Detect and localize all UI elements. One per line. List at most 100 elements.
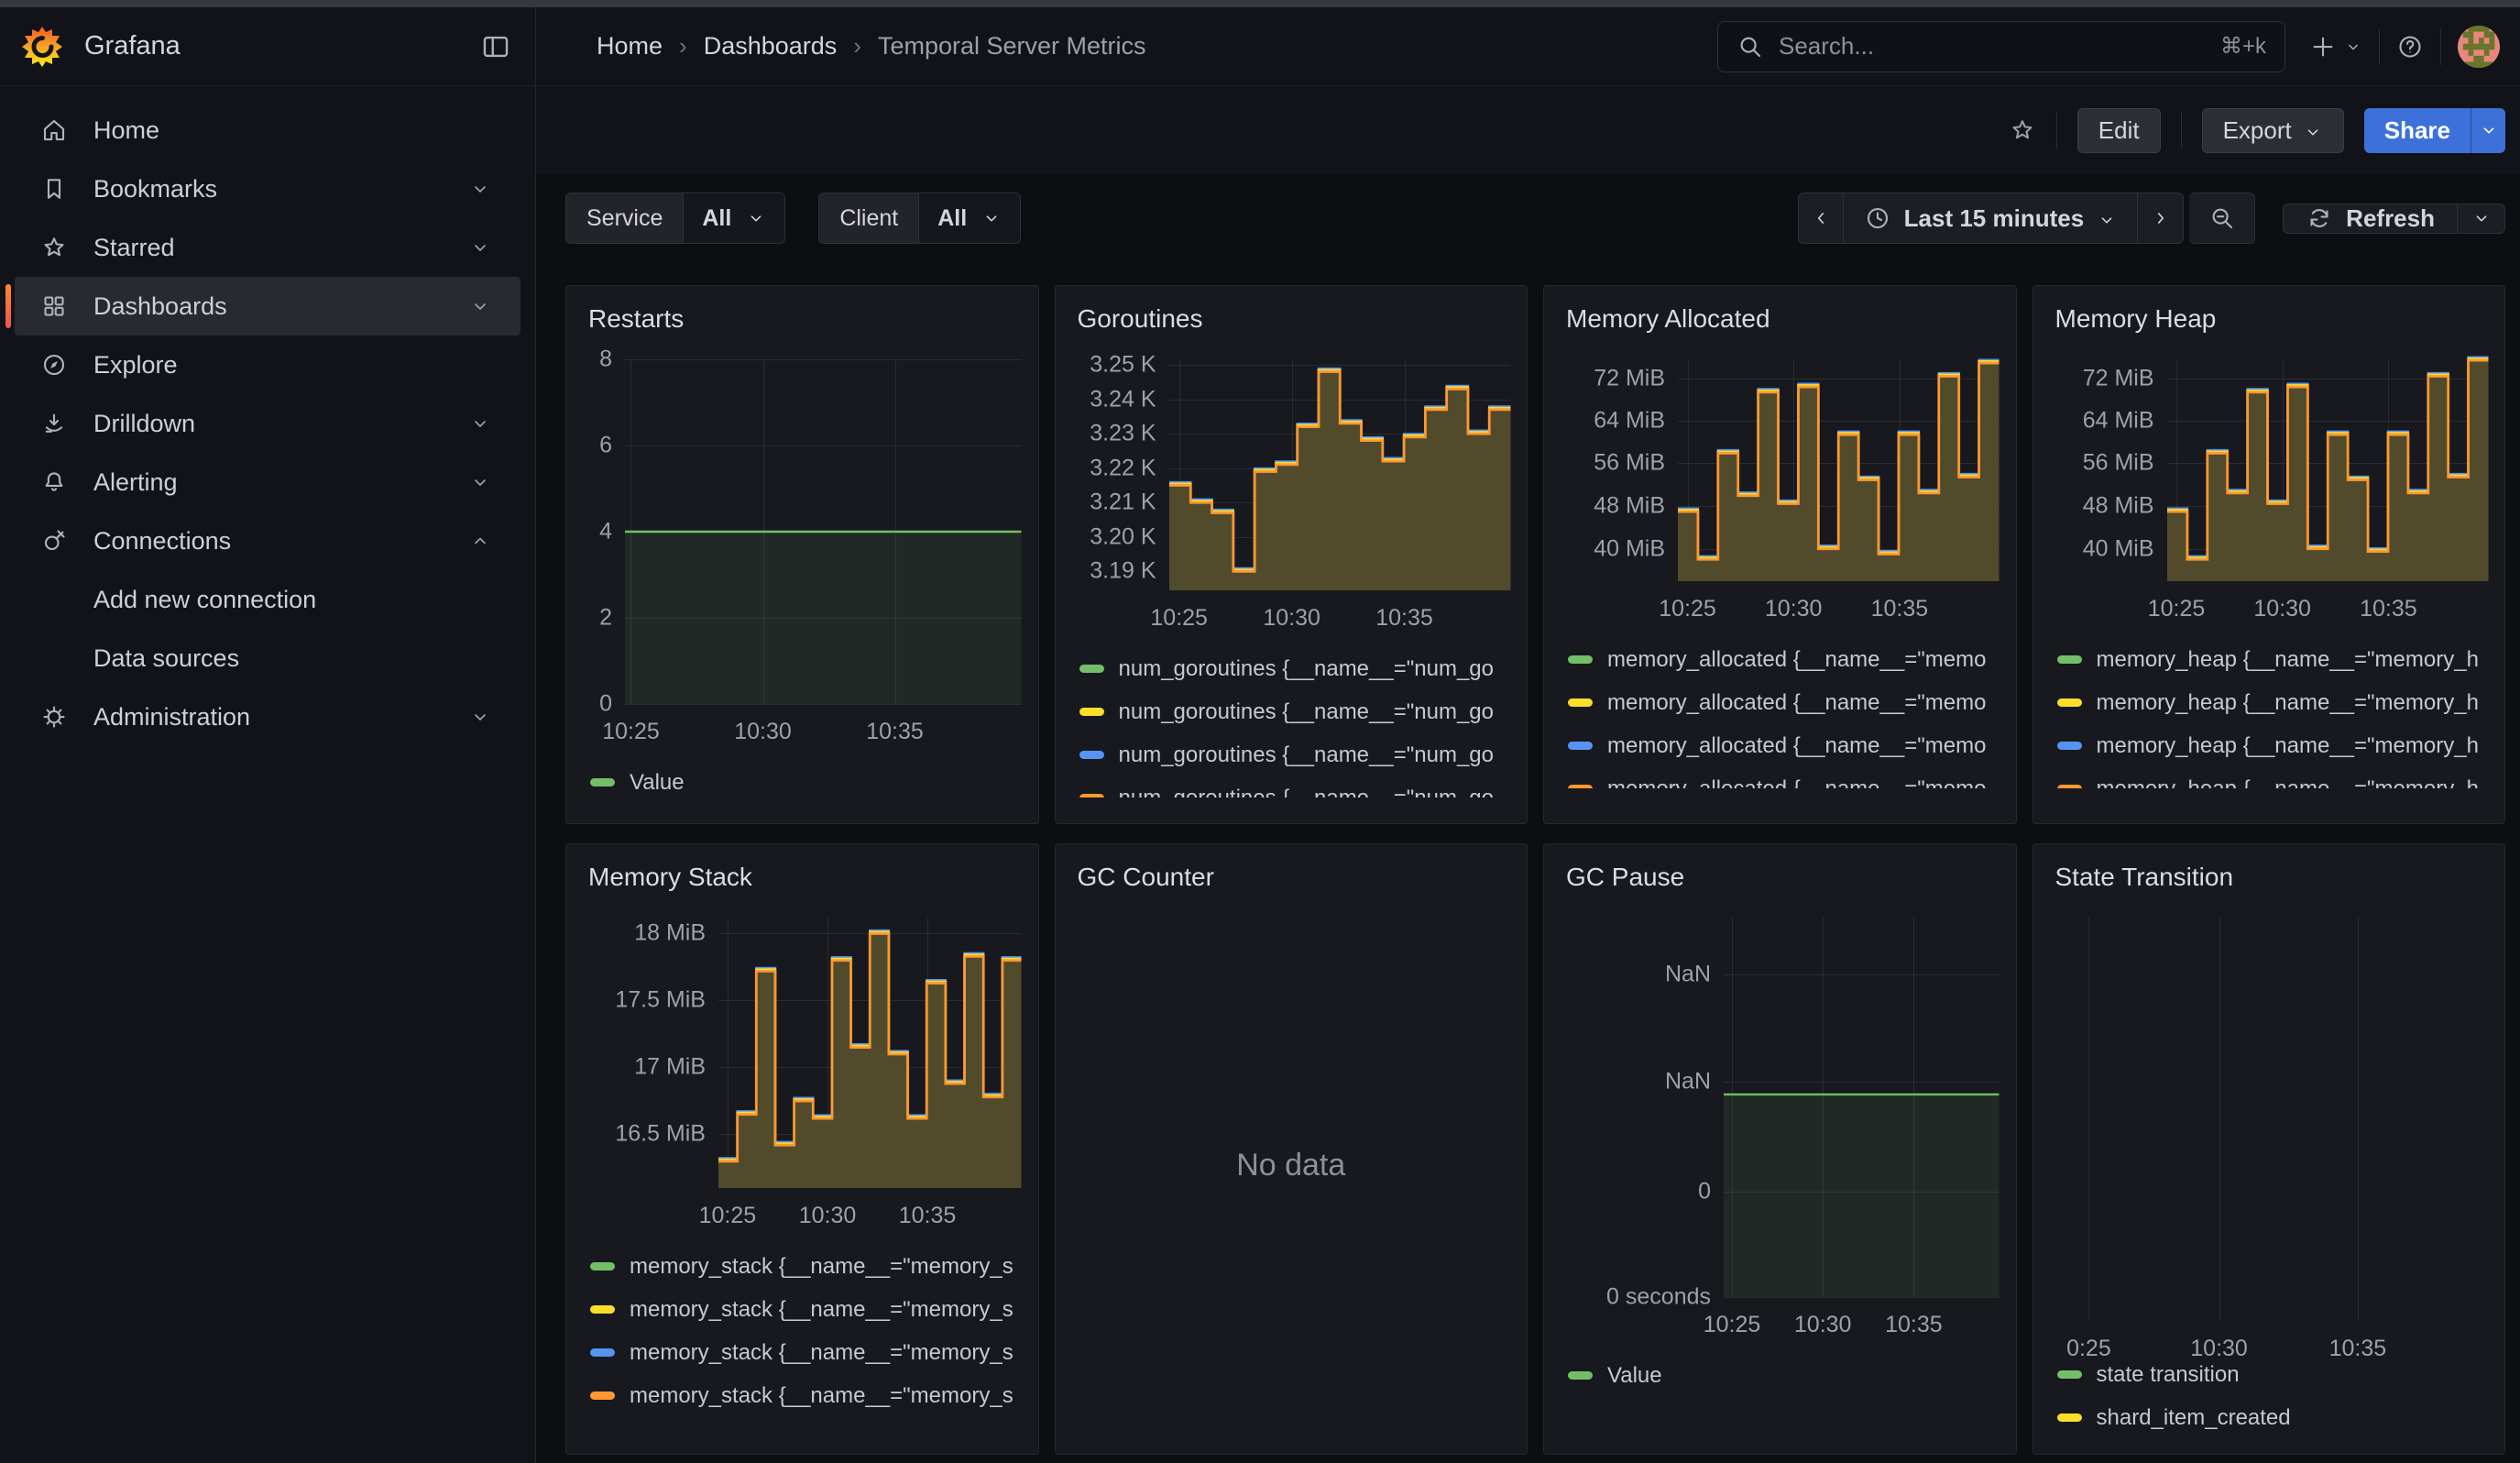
y-tick-label: 16.5 MiB: [615, 1121, 706, 1148]
time-shift-forward-button[interactable]: [2138, 192, 2184, 244]
sidebar-item-home[interactable]: Home: [15, 101, 520, 160]
legend-item[interactable]: memory_stack {__name__="memory_s: [590, 1331, 1022, 1374]
legend-label: num_goroutines {__name__="num_go: [1119, 742, 1495, 768]
legend-item[interactable]: memory_heap {__name__="memory_h: [2057, 638, 2489, 681]
legend-item[interactable]: memory_heap {__name__="memory_h: [2057, 724, 2489, 767]
y-tick-label: 48 MiB: [2083, 492, 2154, 519]
panel-title[interactable]: Goroutines: [1078, 304, 1511, 334]
breadcrumb-item[interactable]: Dashboards: [704, 32, 838, 60]
service-variable-value[interactable]: All: [683, 193, 784, 243]
y-tick-label: 3.23 K: [1090, 421, 1156, 447]
legend-color-dash: [2057, 1370, 2082, 1379]
time-range-label: Last 15 minutes: [1904, 204, 2085, 233]
y-tick-label: 56 MiB: [1594, 450, 1665, 477]
legend-item[interactable]: memory_allocated {__name__="memo: [1568, 724, 2000, 767]
compass-icon: [40, 351, 68, 379]
panel-title[interactable]: Memory Allocated: [1566, 304, 2000, 334]
sidebar-item-administration[interactable]: Administration: [15, 688, 520, 746]
panel-title[interactable]: State Transition: [2055, 863, 2489, 892]
x-tick-label: 10:25: [1704, 1312, 1761, 1338]
legend-item[interactable]: memory_heap {__name__="memory_h: [2057, 767, 2489, 788]
sidebar-item-add-new-connection[interactable]: Add new connection: [15, 570, 520, 629]
legend-item[interactable]: Value: [1568, 1354, 2000, 1397]
refresh-icon: [2306, 204, 2333, 232]
sidebar-item-explore[interactable]: Explore: [15, 336, 520, 394]
legend-item[interactable]: state transition: [2057, 1353, 2489, 1396]
client-variable: Client All: [818, 192, 1021, 244]
zoom-out-time-button[interactable]: [2189, 192, 2255, 244]
sidebar-item-alerting[interactable]: Alerting: [15, 453, 520, 512]
sidebar-item-dashboards[interactable]: Dashboards: [15, 277, 520, 336]
y-tick-label: 2: [599, 605, 612, 632]
panel-title[interactable]: Memory Heap: [2055, 304, 2489, 334]
legend-item[interactable]: memory_allocated {__name__="memo: [1568, 681, 2000, 724]
panel-title[interactable]: GC Pause: [1566, 863, 2000, 892]
legend-item[interactable]: memory_allocated {__name__="memo: [1568, 638, 2000, 681]
plus-icon: [2309, 33, 2337, 60]
top-actions: [2309, 26, 2520, 68]
home-icon: [40, 116, 68, 144]
legend-item[interactable]: Value: [590, 761, 1022, 804]
legend-label: num_goroutines {__name__="num_go: [1119, 786, 1495, 798]
new-menu-button[interactable]: [2309, 33, 2362, 60]
breadcrumb-item: Temporal Server Metrics: [878, 32, 1146, 60]
legend-item[interactable]: memory_allocated {__name__="memo: [1568, 767, 2000, 788]
legend-item[interactable]: memory_stack {__name__="memory_s: [590, 1374, 1022, 1417]
export-button[interactable]: Export: [2202, 108, 2344, 153]
zoom-out-icon: [2208, 204, 2236, 232]
legend-color-dash: [590, 1392, 615, 1400]
client-variable-value[interactable]: All: [918, 193, 1020, 243]
y-axis-labels: 18 MiB17.5 MiB17 MiB16.5 MiB: [583, 918, 718, 1188]
export-button-label: Export: [2223, 116, 2292, 145]
sidebar-item-drilldown[interactable]: Drilldown: [15, 394, 520, 453]
time-shift-back-button[interactable]: [1798, 192, 1844, 244]
star-dashboard-button[interactable]: [2009, 116, 2036, 144]
help-icon[interactable]: [2396, 33, 2424, 60]
search-input[interactable]: [1777, 31, 2220, 61]
refresh-interval-button[interactable]: [2458, 204, 2505, 234]
x-tick-label: 10:25: [602, 719, 660, 745]
legend-item[interactable]: memory_stack {__name__="memory_s: [590, 1245, 1022, 1288]
legend-item[interactable]: num_goroutines {__name__="num_go: [1079, 690, 1511, 733]
legend-item[interactable]: num_goroutines {__name__="num_go: [1079, 776, 1511, 798]
search-box[interactable]: ⌘+k: [1717, 21, 2285, 72]
top-nav-bar: Grafana Home›Dashboards›Temporal Server …: [0, 7, 2520, 86]
sidebar-item-label: Explore: [93, 351, 178, 380]
y-tick-label: 64 MiB: [1594, 408, 1665, 434]
time-range-picker[interactable]: Last 15 minutes: [1844, 192, 2139, 244]
chevron-down-icon: [2344, 38, 2362, 56]
sidebar-item-label: Alerting: [93, 468, 178, 497]
x-axis-labels: 10:2510:3010:35: [718, 1197, 1022, 1236]
share-button[interactable]: Share: [2364, 108, 2471, 153]
legend-item[interactable]: memory_stack {__name__="memory_s: [590, 1288, 1022, 1331]
sidebar-item-starred[interactable]: Starred: [15, 218, 520, 277]
dashboard-toolbar: Edit Export Share: [536, 86, 2520, 174]
sidebar-item-connections[interactable]: Connections: [15, 512, 520, 570]
panel-title[interactable]: Memory Stack: [588, 863, 1022, 892]
edit-button[interactable]: Edit: [2077, 108, 2161, 153]
panel-title[interactable]: Restarts: [588, 304, 1022, 334]
panel-title[interactable]: GC Counter: [1078, 863, 1511, 892]
refresh-button[interactable]: Refresh: [2283, 204, 2458, 234]
chevron-down-icon: [981, 208, 1002, 228]
legend-color-dash: [1079, 794, 1104, 798]
brand-name: Grafana: [84, 31, 181, 61]
legend-item[interactable]: num_goroutines {__name__="num_go: [1079, 647, 1511, 690]
breadcrumb-item[interactable]: Home: [597, 32, 663, 60]
legend-color-dash: [1568, 742, 1593, 750]
sidebar-item-data-sources[interactable]: Data sources: [15, 629, 520, 688]
divider: [2181, 112, 2182, 148]
avatar[interactable]: [2458, 26, 2500, 68]
legend-item[interactable]: memory_heap {__name__="memory_h: [2057, 681, 2489, 724]
legend-item[interactable]: num_goroutines {__name__="num_go: [1079, 733, 1511, 776]
share-menu-button[interactable]: [2471, 108, 2505, 153]
sidebar-item-bookmarks[interactable]: Bookmarks: [15, 160, 520, 218]
x-axis-labels: 0:2510:3010:35: [2068, 1330, 2489, 1344]
legend-item[interactable]: shard_item_created: [2057, 1396, 2489, 1439]
legend: num_goroutines {__name__="num_gonum_goro…: [1072, 647, 1511, 798]
y-tick-label: 40 MiB: [2083, 535, 2154, 562]
bookmark-icon: [40, 175, 68, 203]
sidebar-toggle-icon[interactable]: [480, 31, 511, 62]
grafana-logo-icon: [20, 25, 64, 69]
x-tick-label: 0:25: [2066, 1336, 2111, 1362]
